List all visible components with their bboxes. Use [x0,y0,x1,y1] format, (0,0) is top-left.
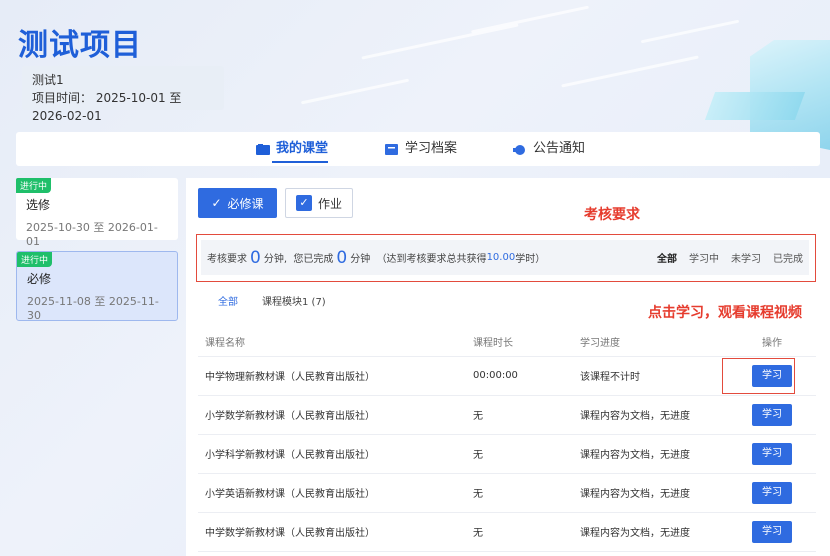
study-button[interactable]: 学习 [752,442,792,465]
project-info: 测试1 项目时间： 2025-10-01 至2026-02-01 [22,66,224,123]
module-tab-1[interactable]: 课程模块1 (7) [262,293,326,308]
course-name: 小学数学新教材课（人民教育出版社） [198,395,473,435]
project-name: 测试1 [32,73,64,87]
filter-completed[interactable]: 已完成 [773,250,803,265]
status-badge: 进行中 [17,252,53,267]
project-time: 项目时间： 2025-10-01 至2026-02-01 [32,91,182,123]
table-header-row: 课程名称 课程时长 学习进度 操作 [198,328,816,357]
checkbox-icon: ✓ [295,195,312,211]
requirement-highlight-box: 考核要求 0 分钟, 您已完成 0 分钟 （达到考核要求总共获得 10.00 学时）… [196,234,816,282]
annotation-requirement: 考核要求 [584,207,640,223]
category-date: 2025-10-30 至 2026-01-01 [26,221,158,248]
study-highlight-box [722,358,795,394]
requirement-bar: 考核要求 0 分钟, 您已完成 0 分钟 （达到考核要求总共获得 10.00 学时）… [201,240,809,275]
category-date: 2025-11-08 至 2025-11-30 [27,295,159,322]
category-name: 选修 [26,198,51,212]
homework-button[interactable]: ✓ 作业 [285,188,353,218]
check-icon: ✓ [211,196,222,210]
course-duration: 00:00:00 [473,356,580,396]
course-name: 小学英语新教材课（人民教育出版社） [198,473,473,513]
course-progress: 该课程不计时 [580,356,728,396]
module-tabs: 全部 课程模块1 (7) [218,293,326,308]
course-name: 中学数学新教材课（人民教育出版社） [198,512,473,552]
course-duration: 无 [473,473,580,513]
course-progress: 课程内容为文档，无进度 [580,512,728,552]
study-button[interactable]: 学习 [752,403,792,426]
header-progress: 学习进度 [580,328,728,357]
filter-not-started[interactable]: 未学习 [731,250,761,265]
course-progress: 课程内容为文档，无进度 [580,395,728,435]
table-row: 小学英语新教材课（人民教育出版社） 无 课程内容为文档，无进度 学习 [198,473,816,513]
course-category-card-elective[interactable]: 进行中 选修 2025-10-30 至 2026-01-01 [16,178,178,248]
required-course-button[interactable]: ✓ 必修课 [198,188,277,218]
main-tabbar: 我的课堂 学习档案 公告通知 [16,132,820,166]
course-name: 小学科学新教材课（人民教育出版社） [198,434,473,474]
page-title: 测试项目 [18,28,142,63]
tab-my-classroom[interactable]: 我的课堂 [256,132,329,166]
archive-icon [385,143,398,155]
course-duration: 无 [473,512,580,552]
header-action: 操作 [728,328,816,357]
classroom-icon [256,143,270,155]
table-row: 中学数学新教材课（人民教育出版社） 无 课程内容为文档，无进度 学习 [198,512,816,552]
course-category-card-required[interactable]: 进行中 必修 2025-11-08 至 2025-11-30 [16,251,178,322]
filter-all[interactable]: 全部 [657,250,677,265]
filter-in-progress[interactable]: 学习中 [689,250,719,265]
table-row: 小学科学新教材课（人民教育出版社） 无 课程内容为文档，无进度 学习 [198,434,816,474]
course-name: 中学物理新教材课（人民教育出版社） [198,356,473,396]
course-duration: 无 [473,395,580,435]
tab-learning-archive[interactable]: 学习档案 [385,132,457,166]
annotation-study: 点击学习，观看课程视频 [648,305,802,321]
course-progress: 课程内容为文档，无进度 [580,473,728,513]
study-button[interactable]: 学习 [752,481,792,504]
category-name: 必修 [27,272,52,286]
tab-notices[interactable]: 公告通知 [513,132,585,166]
notice-icon [513,144,525,155]
study-button[interactable]: 学习 [752,520,792,543]
header-course-name: 课程名称 [198,328,473,357]
course-progress: 课程内容为文档，无进度 [580,434,728,474]
table-row: 小学数学新教材课（人民教育出版社） 无 课程内容为文档，无进度 学习 [198,395,816,435]
course-duration: 无 [473,434,580,474]
status-badge: 进行中 [16,178,52,193]
status-filters: 全部 学习中 未学习 已完成 [657,250,803,265]
course-panel: ✓ 必修课 ✓ 作业 考核要求 考核要求 0 分钟, 您已完成 0 分钟 （达到… [186,178,830,556]
header-duration: 课程时长 [473,328,580,357]
module-tab-all[interactable]: 全部 [218,293,238,308]
